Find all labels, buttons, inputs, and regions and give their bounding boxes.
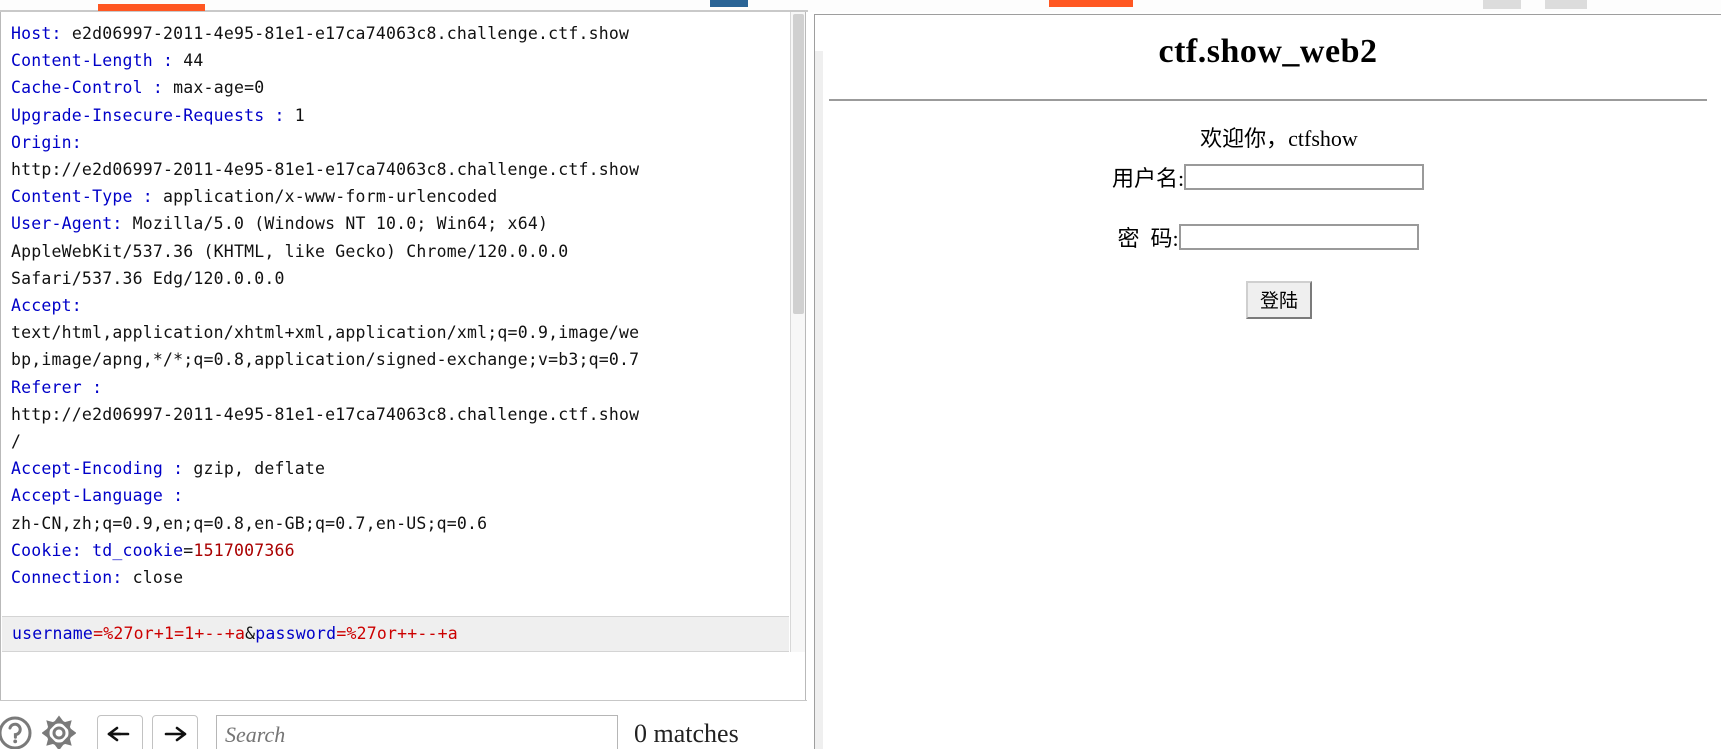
request-body-params[interactable]: username=%27or+1=1+--+a&password=%27or++… <box>2 616 789 652</box>
request-header-line: User-Agent: Mozilla/5.0 (Windows NT 10.0… <box>11 210 789 237</box>
tab-indicator-request[interactable] <box>98 4 205 11</box>
request-header-line: Cache-Control : max-age=0 <box>11 74 789 101</box>
header-value: http://e2d06997-2011-4e95-81e1-e17ca7406… <box>11 404 640 424</box>
request-header-line: Connection: close <box>11 564 789 591</box>
editor-search-bar: 0 matches <box>0 700 807 749</box>
header-value: bp,image/apng,*/*;q=0.8,application/sign… <box>11 350 640 370</box>
request-scrollbar[interactable] <box>790 12 805 652</box>
header-value: e2d06997-2011-4e95-81e1-e17ca74063c8.cha… <box>71 24 630 43</box>
request-header-line: AppleWebKit/537.36 (KHTML, like Gecko) C… <box>11 238 789 265</box>
request-headers-area[interactable]: Host: e2d06997-2011-4e95-81e1-e17ca74063… <box>1 12 789 652</box>
body-param-line: username=%27or+1=1+--+a&password=%27or++… <box>12 622 789 646</box>
header-name: Content-Type : <box>11 187 164 207</box>
request-scrollbar-thumb[interactable] <box>793 14 804 314</box>
request-header-line: Cookie: td_cookie=1517007366 <box>11 537 789 564</box>
tab-strip <box>0 0 1721 16</box>
param-separator: & <box>245 624 256 643</box>
header-value: / <box>11 432 22 452</box>
request-header-line: Referer : <box>11 374 789 401</box>
header-value: AppleWebKit/537.36 (KHTML, like Gecko) C… <box>11 241 569 261</box>
request-header-line: http://e2d06997-2011-4e95-81e1-e17ca7406… <box>11 401 789 428</box>
http-request-editor[interactable]: Host: e2d06997-2011-4e95-81e1-e17ca74063… <box>0 12 806 700</box>
header-value: gzip, deflate <box>193 459 326 479</box>
request-header-line: Safari/537.36 Edg/120.0.0.0 <box>11 265 789 292</box>
header-value: text/html,application/xhtml+xml,applicat… <box>11 323 640 343</box>
username-row: 用户名: <box>815 161 1721 193</box>
header-name: Host: <box>11 24 72 43</box>
request-header-line: Content-Type : application/x-www-form-ur… <box>11 183 789 210</box>
header-name: Content-Length : <box>11 51 184 71</box>
header-value: Safari/537.36 Edg/120.0.0.0 <box>11 268 285 288</box>
header-name: Accept-Language : <box>11 486 194 506</box>
cookie-equals: = <box>183 540 194 560</box>
header-value: 44 <box>183 51 204 71</box>
tab-indicator-render[interactable] <box>1049 0 1133 7</box>
password-row: 密 码: <box>815 221 1721 253</box>
request-header-line: zh-CN,zh;q=0.9,en;q=0.8,en-GB;q=0.7,en-U… <box>11 510 789 537</box>
header-name: Cookie: <box>11 540 93 560</box>
page-title: ctf.show_web2 <box>1158 33 1378 70</box>
request-header-line: Content-Length : 44 <box>11 47 789 74</box>
header-value: http://e2d06997-2011-4e95-81e1-e17ca7406… <box>11 160 640 180</box>
header-name: Origin: <box>11 132 82 152</box>
header-name: Accept-Encoding : <box>11 459 194 479</box>
header-name: Upgrade-Insecure-Requests : <box>11 105 295 125</box>
header-name: User-Agent: <box>11 214 133 234</box>
cookie-value: 1517007366 <box>193 540 295 560</box>
login-button[interactable]: 登陆 <box>1245 281 1312 319</box>
search-next-button[interactable] <box>152 715 198 749</box>
gear-icon[interactable] <box>42 715 76 749</box>
search-prev-button[interactable] <box>97 715 143 749</box>
render-left-strip <box>815 51 823 749</box>
request-header-line: Accept-Encoding : gzip, deflate <box>11 455 789 482</box>
header-value: close <box>132 568 184 588</box>
welcome-message: 欢迎你，ctfshow <box>1200 126 1358 151</box>
request-header-line: Accept-Language : <box>11 482 789 509</box>
search-matches-count: 0 matches <box>634 719 739 748</box>
param-value: =%27or++--+a <box>336 624 458 643</box>
rendered-response-panel: ctf.show_web2 欢迎你，ctfshow 用户名: 密 码: 登陆 <box>814 14 1721 749</box>
tab-chip-two[interactable] <box>1545 0 1587 9</box>
password-label: 密 码: <box>1117 226 1179 251</box>
header-value: 1 <box>294 105 305 125</box>
username-label: 用户名: <box>1111 166 1185 191</box>
param-name: username <box>12 624 94 643</box>
tab-indicator-response[interactable] <box>710 0 748 7</box>
header-value: max-age=0 <box>173 78 265 98</box>
username-input[interactable] <box>1184 164 1425 190</box>
header-name: Connection: <box>11 568 133 588</box>
title-divider <box>829 99 1707 101</box>
request-header-line: Origin: <box>11 129 789 156</box>
request-header-line: http://e2d06997-2011-4e95-81e1-e17ca7406… <box>11 156 789 183</box>
password-input[interactable] <box>1178 224 1419 250</box>
header-name: Referer : <box>11 377 113 397</box>
header-name: Accept: <box>11 296 82 316</box>
request-header-line: bp,image/apng,*/*;q=0.8,application/sign… <box>11 346 789 373</box>
request-header-line: / <box>11 428 789 455</box>
header-name: Cache-Control : <box>11 78 174 98</box>
header-value: application/x-www-form-urlencoded <box>163 187 498 207</box>
search-input[interactable] <box>216 715 618 749</box>
param-name: password <box>255 624 337 643</box>
tab-chip-one[interactable] <box>1483 0 1521 9</box>
request-header-line: text/html,application/xhtml+xml,applicat… <box>11 319 789 346</box>
param-value: =%27or+1=1+--+a <box>93 624 246 643</box>
header-value: Mozilla/5.0 (Windows NT 10.0; Win64; x64… <box>132 214 549 234</box>
request-header-line: Host: e2d06997-2011-4e95-81e1-e17ca74063… <box>11 20 789 47</box>
request-header-line: Upgrade-Insecure-Requests : 1 <box>11 102 789 129</box>
request-header-line: Accept: <box>11 292 789 319</box>
cookie-name: td_cookie <box>92 540 184 560</box>
burp-repeater-window: Host: e2d06997-2011-4e95-81e1-e17ca74063… <box>0 0 1721 749</box>
help-circle-icon[interactable] <box>0 715 32 749</box>
login-button-row: 登陆 <box>815 281 1721 319</box>
header-value: zh-CN,zh;q=0.9,en;q=0.8,en-GB;q=0.7,en-U… <box>11 513 488 533</box>
